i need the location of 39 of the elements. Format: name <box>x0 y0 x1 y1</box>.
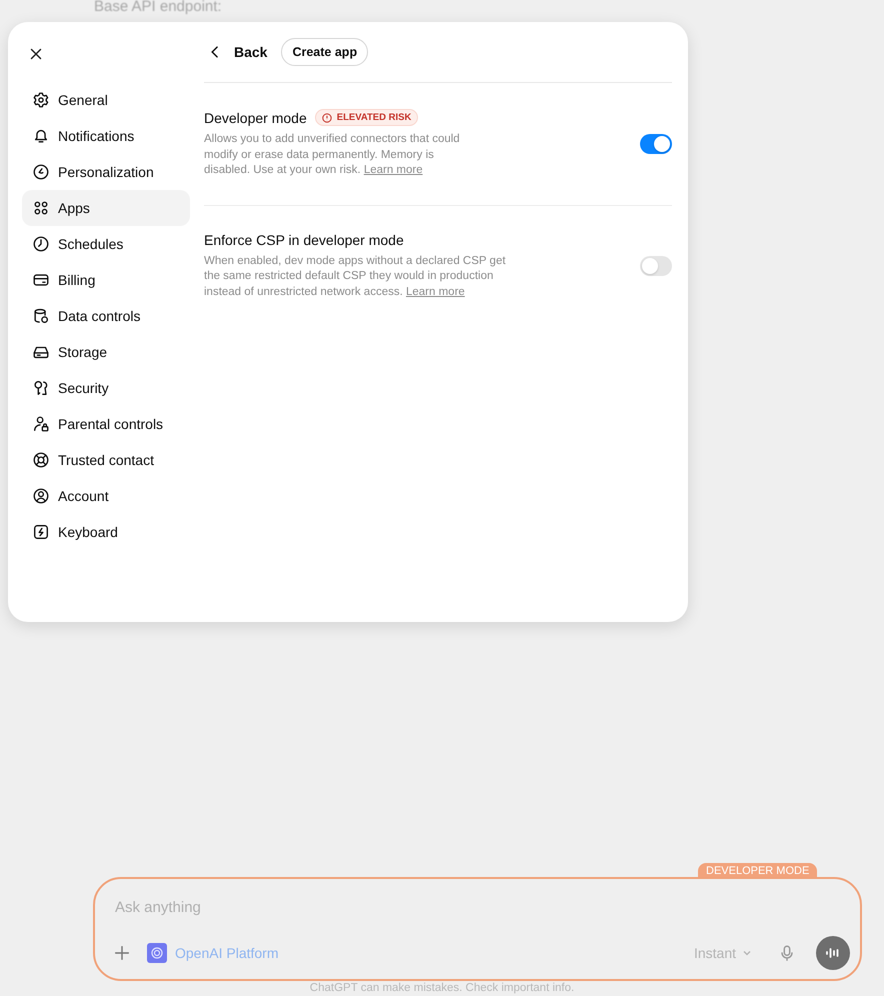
grid-icon <box>32 199 50 217</box>
bell-icon <box>32 127 50 145</box>
setting-description: Allows you to add unverified connectors that could modify or erase data permanently. Memory is disabled. Use at your own risk. Learn more <box>204 132 461 178</box>
sidebar-item[interactable]: Data controls <box>22 298 190 334</box>
chevron-down-icon <box>742 948 752 958</box>
create-app-button[interactable]: Create app <box>281 38 368 66</box>
sidebar-item[interactable]: Storage <box>22 334 190 370</box>
lifebuoy-icon <box>32 451 50 469</box>
sidebar-item[interactable]: Personalization <box>22 154 190 190</box>
sidebar-item[interactable]: Keyboard <box>22 514 190 550</box>
clock-icon <box>32 235 50 253</box>
plus-icon[interactable] <box>113 944 131 962</box>
key-icon <box>32 379 50 397</box>
sidebar-item[interactable]: Billing <box>22 262 190 298</box>
database-icon <box>32 307 50 325</box>
sidebar-item[interactable]: Account <box>22 478 190 514</box>
bolt-icon <box>32 523 50 541</box>
person-lock-icon <box>32 415 50 433</box>
sidebar-item[interactable]: Apps <box>22 190 190 226</box>
sidebar-item[interactable]: Schedules <box>22 226 190 262</box>
sidebar-item[interactable]: General <box>22 82 190 118</box>
sidebar-item[interactable]: Notifications <box>22 118 190 154</box>
background-heading: Base API endpoint: <box>94 0 222 15</box>
sidebar-item[interactable]: Trusted contact <box>22 442 190 478</box>
user-circle-icon <box>32 487 50 505</box>
back-button[interactable]: Back <box>204 44 268 60</box>
toggle-switch[interactable] <box>640 134 672 154</box>
setting-title: Enforce CSP in developer mode <box>204 232 404 248</box>
sidebar-item[interactable]: Security <box>22 370 190 406</box>
toggle-switch[interactable] <box>640 256 672 276</box>
setting-title: Developer mode <box>204 110 307 126</box>
gear-icon <box>32 91 50 109</box>
sidebar-item[interactable]: Parental controls <box>22 406 190 442</box>
message-input-field[interactable]: Ask anything <box>115 899 515 916</box>
setting-description: When enabled, dev mode apps without a declared CSP get the same restricted default CSP they would in production instead of unrestricted network access. Learn more <box>204 254 507 300</box>
risk-badge: ELEVATED RISK <box>314 109 418 126</box>
alert-icon <box>322 112 332 122</box>
voice-button[interactable] <box>816 936 850 970</box>
connector-logo-icon <box>147 943 167 963</box>
